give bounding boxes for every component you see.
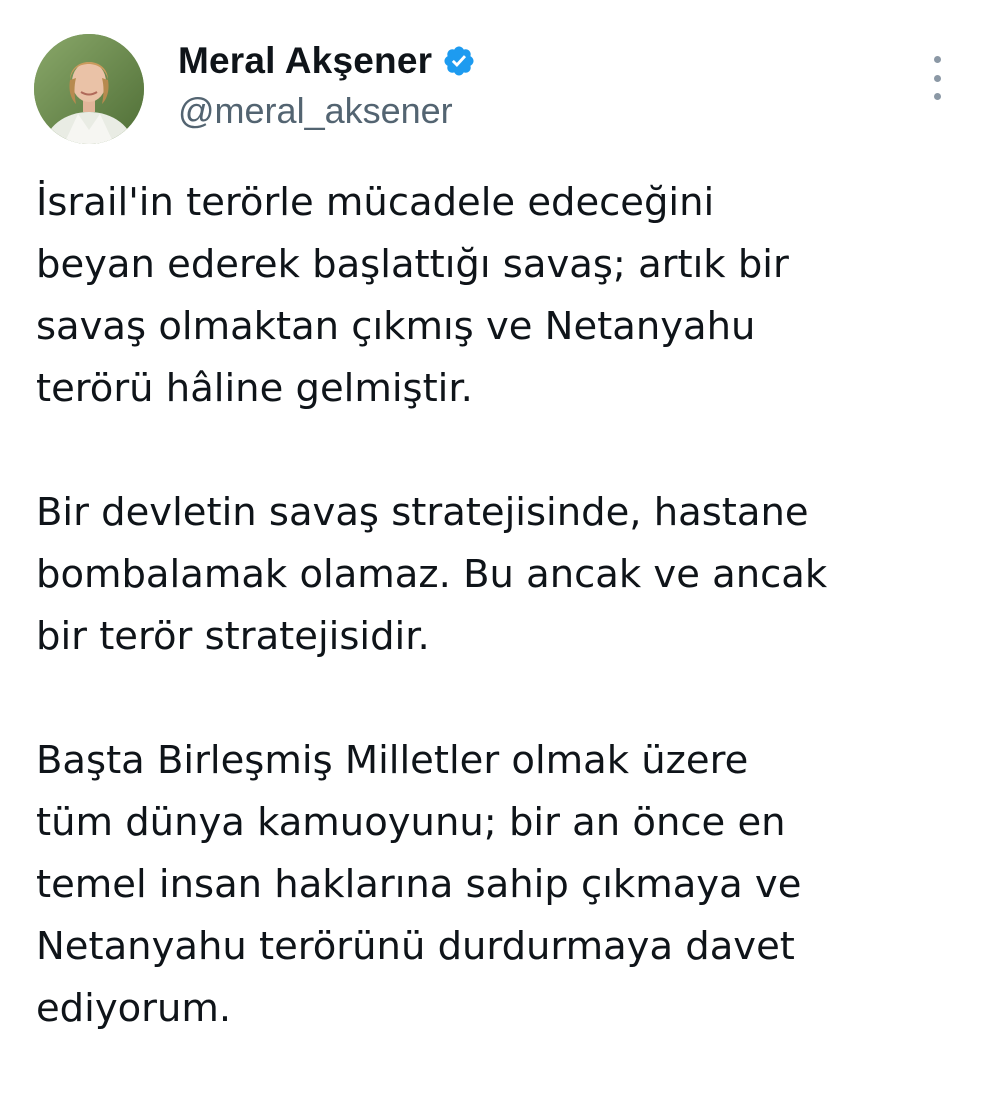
tweet-text: İsrail'in terörle mücadele edeceğini bey…	[36, 172, 966, 1102]
tweet-paragraph: Başta Birleşmiş Milletler olmak üzere tü…	[36, 730, 966, 1040]
tweet-line: bir terör stratejisidir.	[36, 614, 430, 659]
tweet-line: terörü hâline gelmiştir.	[36, 366, 473, 411]
tweet-line: Başta Birleşmiş Milletler olmak üzere	[36, 738, 749, 783]
tweet-paragraph: İsrail'in terörle mücadele edeceğini bey…	[36, 172, 966, 420]
tweet-line: Netanyahu terörünü durdurmaya davet	[36, 924, 795, 969]
tweet-line: bombalamak olamaz. Bu ancak ve ancak	[36, 552, 828, 597]
author-display-name[interactable]: Meral Akşener	[178, 40, 432, 82]
tweet-line: savaş olmaktan çıkmış ve Netanyahu	[36, 304, 756, 349]
tweet-line: tüm dünya kamuoyunu; bir an önce en	[36, 800, 786, 845]
avatar-image	[34, 34, 144, 144]
verified-badge-icon	[442, 44, 476, 78]
tweet-line: beyan ederek başlattığı savaş; artık bir	[36, 242, 789, 287]
tweet-line: ediyorum.	[36, 986, 232, 1031]
tweet-paragraph: Bir devletin savaş stratejisinde, hastan…	[36, 482, 966, 668]
author-name-row: Meral Akşener	[178, 38, 476, 84]
more-vertical-icon[interactable]	[922, 56, 952, 100]
avatar[interactable]	[34, 34, 144, 144]
tweet-line: Bir devletin savaş stratejisinde, hastan…	[36, 490, 809, 535]
more-dot	[933, 56, 941, 63]
author-handle[interactable]: @meral_aksener	[178, 90, 453, 132]
more-dot	[933, 93, 941, 100]
tweet: Meral Akşener @meral_aksener İsrail'in t…	[0, 0, 992, 1080]
tweet-line: İsrail'in terörle mücadele edeceğini	[36, 180, 715, 225]
tweet-line: temel insan haklarına sahip çıkmaya ve	[36, 862, 802, 907]
more-dot	[933, 74, 941, 82]
